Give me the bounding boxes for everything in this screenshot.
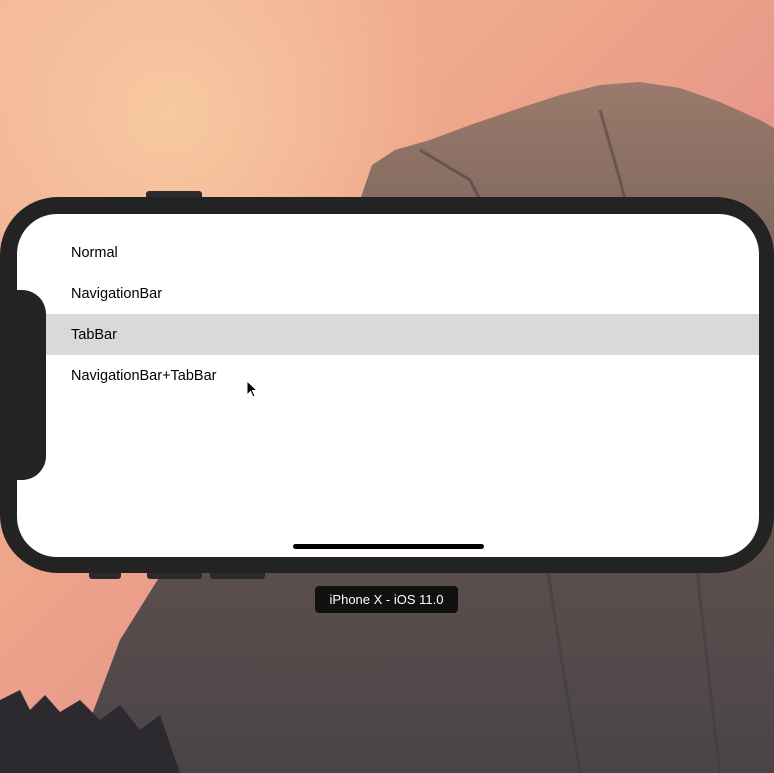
table-row-normal[interactable]: Normal	[46, 232, 759, 273]
row-label: Normal	[71, 244, 118, 261]
row-label: NavigationBar	[71, 285, 163, 302]
table-row-tabbar[interactable]: TabBar	[46, 314, 759, 355]
table-row-navigationbar-tabbar[interactable]: NavigationBar+TabBar	[46, 355, 759, 396]
simulator-screen: Normal NavigationBar TabBar NavigationBa…	[17, 214, 759, 557]
row-label: NavigationBar+TabBar	[71, 367, 217, 384]
volume-down-button	[210, 572, 265, 579]
row-label: TabBar	[71, 326, 117, 343]
table-row-navigationbar[interactable]: NavigationBar	[46, 273, 759, 314]
sensor-notch	[17, 290, 46, 480]
device-label: iPhone X - iOS 11.0	[315, 586, 458, 613]
volume-up-button	[147, 572, 202, 579]
home-indicator[interactable]	[293, 544, 484, 549]
silent-switch	[89, 572, 121, 579]
cursor-arrow-icon	[246, 380, 258, 398]
table-view: Normal NavigationBar TabBar NavigationBa…	[46, 232, 759, 396]
